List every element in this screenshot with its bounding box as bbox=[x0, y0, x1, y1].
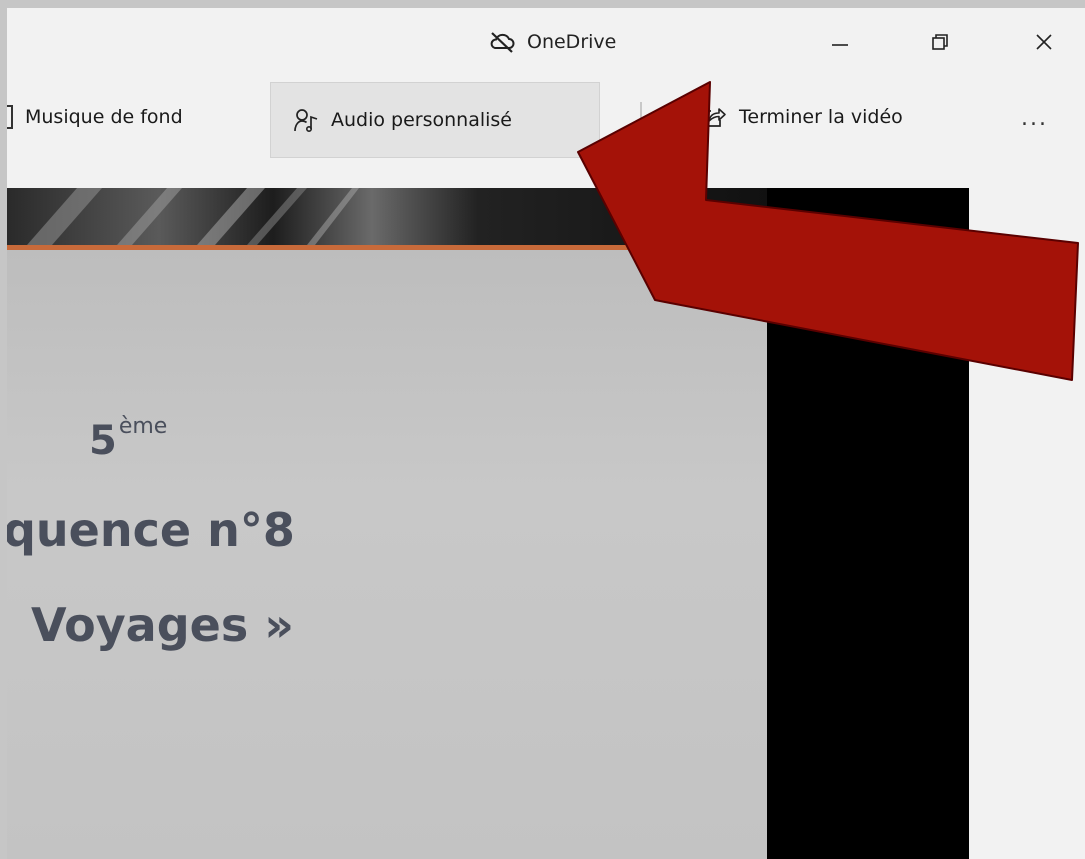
minimize-icon bbox=[832, 44, 848, 46]
slide-banner-image bbox=[7, 188, 767, 245]
slide-theme: Voyages » bbox=[31, 598, 294, 652]
slide-sequence: quence n°8 bbox=[7, 503, 295, 557]
cloud-off-icon bbox=[490, 32, 515, 53]
finish-video-label: Terminer la vidéo bbox=[739, 106, 903, 128]
finish-video-button[interactable]: Terminer la vidéo bbox=[701, 88, 903, 146]
music-icon bbox=[7, 105, 13, 129]
video-preview[interactable]: 5ème quence n°8 Voyages » bbox=[7, 188, 969, 859]
onedrive-status[interactable]: OneDrive bbox=[489, 28, 616, 56]
title-slide: 5ème quence n°8 Voyages » bbox=[7, 250, 767, 859]
person-music-icon bbox=[294, 109, 318, 132]
custom-audio-label: Audio personnalisé bbox=[331, 109, 513, 131]
background-music-label: Musique de fond bbox=[25, 106, 183, 128]
share-export-icon bbox=[703, 108, 726, 127]
restore-icon bbox=[932, 34, 948, 50]
screenshot-frame: OneDrive Musique de fond Audio personnal… bbox=[0, 0, 1085, 859]
custom-audio-button[interactable]: Audio personnalisé bbox=[270, 82, 600, 158]
app-window: OneDrive Musique de fond Audio personnal… bbox=[7, 8, 1085, 859]
onedrive-label: OneDrive bbox=[527, 31, 617, 53]
grade-number: 5 bbox=[89, 418, 117, 464]
toolbar-divider bbox=[640, 102, 642, 138]
slide-grade: 5ème bbox=[89, 414, 167, 464]
title-bar: OneDrive bbox=[7, 8, 1085, 76]
background-music-button[interactable]: Musique de fond bbox=[7, 88, 183, 146]
restore-button[interactable] bbox=[917, 22, 963, 62]
grade-suffix: ème bbox=[118, 414, 168, 439]
editor-toolbar: Musique de fond Audio personnalisé Termi… bbox=[7, 76, 1085, 176]
close-button[interactable] bbox=[1021, 22, 1067, 62]
banner-texture bbox=[27, 188, 359, 245]
minimize-button[interactable] bbox=[817, 22, 863, 62]
close-icon bbox=[1036, 34, 1052, 50]
more-options-button[interactable]: ... bbox=[1021, 106, 1048, 131]
